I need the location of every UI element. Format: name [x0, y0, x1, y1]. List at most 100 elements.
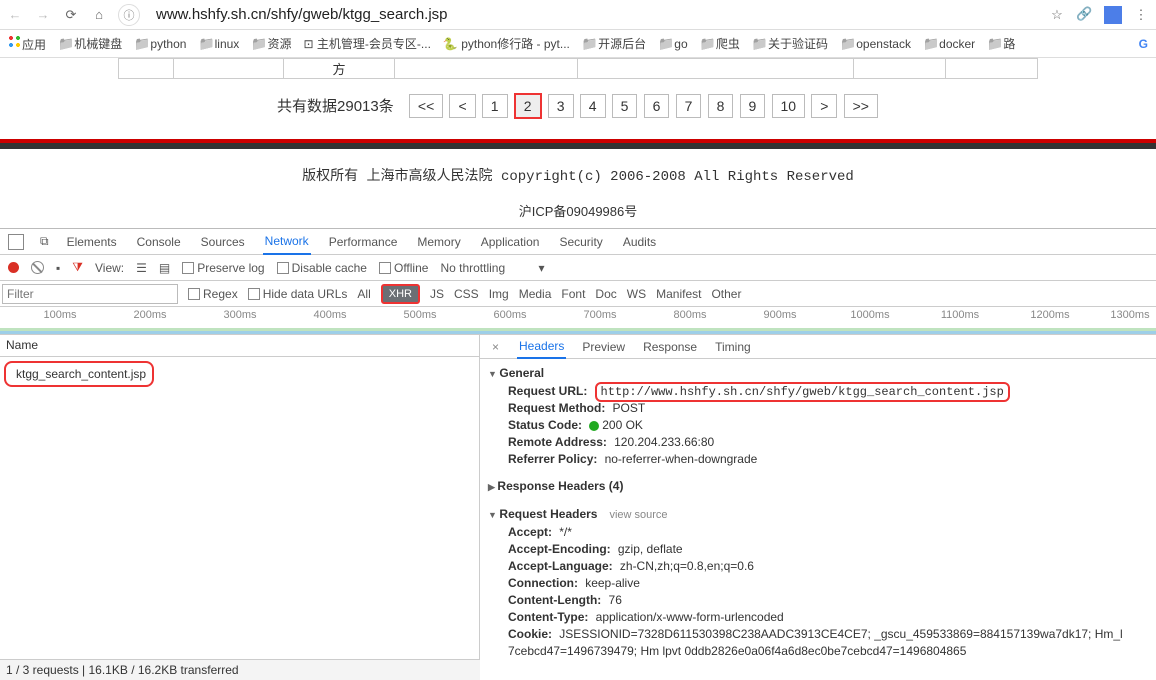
devtools: ⧉ Elements Console Sources Network Perfo…	[0, 228, 1156, 680]
cat-font[interactable]: Font	[561, 287, 585, 301]
bookmark-item[interactable]: linux	[198, 36, 239, 52]
timeline[interactable]: 100ms 200ms 300ms 400ms 500ms 600ms 700m…	[0, 307, 1156, 335]
pager-page[interactable]: 10	[772, 94, 806, 118]
bookmark-item[interactable]: python	[134, 36, 186, 52]
extension-icon[interactable]: 🔗	[1076, 6, 1094, 24]
google-icon[interactable]: G	[1139, 37, 1148, 51]
network-panels: Name ktgg_search_content.jsp 1 / 3 reque…	[0, 335, 1156, 680]
url-bar[interactable]: www.hshfy.sh.cn/shfy/gweb/ktgg_search.js…	[150, 4, 1038, 25]
inspect-icon[interactable]	[8, 234, 24, 250]
extension-blue-icon[interactable]	[1104, 6, 1122, 24]
tab-sources[interactable]: Sources	[199, 230, 247, 254]
tab-application[interactable]: Application	[479, 230, 542, 254]
cat-media[interactable]: Media	[519, 287, 552, 301]
status-line: 1 / 3 requests | 16.1KB / 16.2KB transfe…	[0, 659, 480, 680]
home-icon[interactable]: ⌂	[90, 6, 108, 24]
request-url: Request URL: http://www.hshfy.sh.cn/shfy…	[488, 383, 1148, 400]
pager-page[interactable]: 6	[644, 94, 670, 118]
browser-navbar: ← → ⟳ ⌂ ⓘ www.hshfy.sh.cn/shfy/gweb/ktgg…	[0, 0, 1156, 30]
pager-prev[interactable]: <	[449, 94, 475, 118]
tab-memory[interactable]: Memory	[415, 230, 462, 254]
preserve-log[interactable]: Preserve log	[182, 261, 264, 275]
view-frame-icon[interactable]: ▤	[159, 261, 170, 275]
pager-page[interactable]: 5	[612, 94, 638, 118]
disable-cache[interactable]: Disable cache	[277, 261, 367, 275]
pager-first[interactable]: <<	[409, 94, 443, 118]
tab-security[interactable]: Security	[557, 230, 604, 254]
clear-icon[interactable]	[31, 261, 44, 274]
pager-page[interactable]: 7	[676, 94, 702, 118]
tab-performance[interactable]: Performance	[327, 230, 400, 254]
view-label: View:	[95, 261, 124, 275]
cat-img[interactable]: Img	[489, 287, 509, 301]
tab-headers[interactable]: Headers	[517, 335, 566, 359]
tab-preview[interactable]: Preview	[580, 336, 627, 358]
cat-js[interactable]: JS	[430, 287, 444, 301]
cat-doc[interactable]: Doc	[595, 287, 616, 301]
view-list-icon[interactable]: ☰	[136, 261, 147, 275]
devtools-tabs: ⧉ Elements Console Sources Network Perfo…	[0, 229, 1156, 255]
filter-input[interactable]	[2, 284, 178, 304]
response-headers-header[interactable]: Response Headers (4)	[488, 476, 1148, 496]
forward-icon[interactable]: →	[34, 6, 52, 24]
general-header[interactable]: General	[488, 363, 1148, 383]
stripe	[0, 139, 1156, 149]
tab-response[interactable]: Response	[641, 336, 699, 358]
hdr-accept-encoding: Accept-Encoding: gzip, deflate	[488, 541, 1148, 558]
tab-network[interactable]: Network	[263, 229, 311, 255]
tab-timing[interactable]: Timing	[713, 336, 753, 358]
pager-page[interactable]: 1	[482, 94, 508, 118]
pager-page-current[interactable]: 2	[514, 93, 542, 119]
filter-icon[interactable]: ⧩	[72, 260, 83, 275]
hdr-accept: Accept: */*	[488, 524, 1148, 541]
bookmark-item[interactable]: 开源后台	[582, 35, 646, 52]
bookmark-item[interactable]: 机械键盘	[58, 35, 122, 52]
request-headers-header[interactable]: Request Headersview source	[488, 504, 1148, 524]
menu-icon[interactable]: ⋮	[1132, 6, 1150, 24]
cat-manifest[interactable]: Manifest	[656, 287, 701, 301]
bookmark-item[interactable]: 🐍 python修行路 - pyt...	[443, 35, 570, 52]
pager-page[interactable]: 3	[548, 94, 574, 118]
bookmark-item[interactable]: ⊡ 主机管理-会员专区-...	[304, 35, 431, 52]
pager-last[interactable]: >>	[844, 94, 878, 118]
bookmark-item[interactable]: go	[658, 36, 688, 52]
cat-xhr[interactable]: XHR	[381, 284, 420, 304]
regex-checkbox[interactable]: Regex	[188, 287, 238, 301]
pager-next[interactable]: >	[811, 94, 837, 118]
pager-text: 共有数据29013条	[277, 98, 394, 115]
cat-other[interactable]: Other	[711, 287, 741, 301]
device-icon[interactable]: ⧉	[40, 234, 49, 249]
cat-css[interactable]: CSS	[454, 287, 479, 301]
star-icon[interactable]: ☆	[1048, 6, 1066, 24]
cat-all[interactable]: All	[357, 287, 370, 301]
info-icon[interactable]: ⓘ	[118, 4, 140, 26]
bookmark-item[interactable]: 爬虫	[700, 35, 740, 52]
bookmarks-bar: 应用 机械键盘 python linux 资源 ⊡ 主机管理-会员专区-... …	[0, 30, 1156, 58]
throttle-select[interactable]: No throttling ▾	[440, 261, 544, 275]
offline[interactable]: Offline	[379, 261, 428, 275]
tab-console[interactable]: Console	[135, 230, 183, 254]
camera-icon[interactable]: ▪︎	[56, 261, 60, 275]
tab-audits[interactable]: Audits	[621, 230, 658, 254]
apps-button[interactable]: 应用	[8, 35, 46, 53]
bookmark-item[interactable]: docker	[923, 36, 975, 52]
tab-elements[interactable]: Elements	[65, 230, 119, 254]
name-header[interactable]: Name	[0, 335, 479, 357]
pager-page[interactable]: 8	[708, 94, 734, 118]
close-icon[interactable]: ×	[488, 340, 503, 354]
request-row[interactable]: ktgg_search_content.jsp	[4, 361, 154, 387]
cell: 方	[284, 59, 394, 79]
pager-page[interactable]: 4	[580, 94, 606, 118]
reload-icon[interactable]: ⟳	[62, 6, 80, 24]
cat-ws[interactable]: WS	[627, 287, 646, 301]
bookmark-item[interactable]: 资源	[251, 35, 291, 52]
pager: 共有数据29013条 << < 1 2 3 4 5 6 7 8 9 10 > >…	[0, 79, 1156, 133]
hide-urls-checkbox[interactable]: Hide data URLs	[248, 287, 348, 301]
bookmark-item[interactable]: 路	[987, 35, 1015, 52]
pager-page[interactable]: 9	[740, 94, 766, 118]
back-icon[interactable]: ←	[6, 6, 24, 24]
bookmark-item[interactable]: 关于验证码	[752, 35, 828, 52]
request-detail: × Headers Preview Response Timing Genera…	[480, 335, 1156, 680]
bookmark-item[interactable]: openstack	[840, 36, 911, 52]
record-icon[interactable]	[8, 262, 19, 273]
